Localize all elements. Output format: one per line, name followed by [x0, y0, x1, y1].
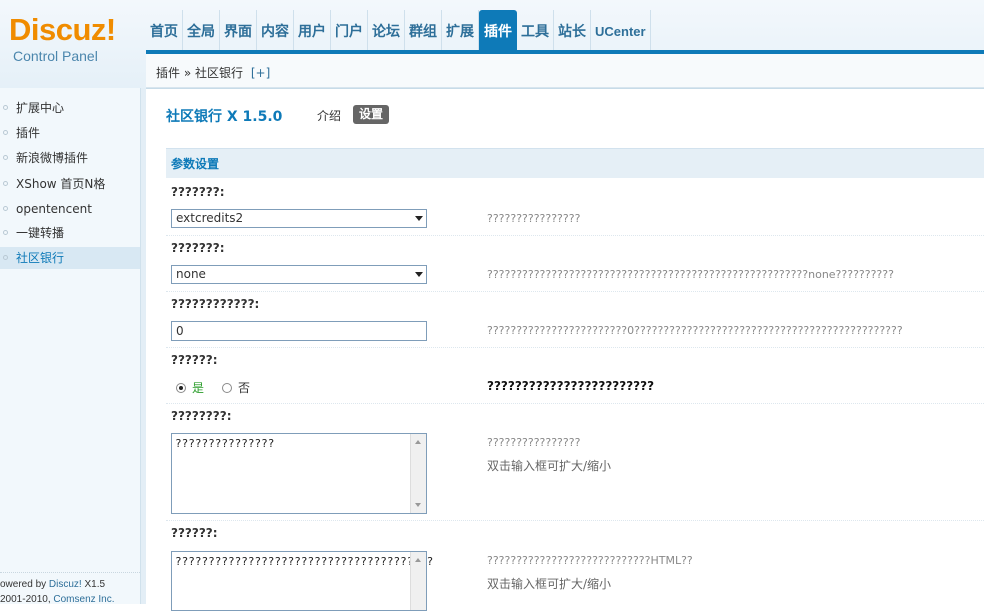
sidebar-item-community-bank[interactable]: 社区银行 [0, 247, 140, 269]
sidebar-item-xshow[interactable]: XShow 首页N格 [0, 173, 140, 195]
main-nav: 首页 全局 界面 内容 用户 门户 论坛 群组 扩展 插件 工具 站长 UCen… [146, 10, 651, 50]
tab-intro[interactable]: 介绍 [317, 107, 341, 124]
sidebar-item-one-click-relay[interactable]: 一键转播 [0, 222, 140, 244]
nav-ucenter[interactable]: UCenter [591, 10, 651, 50]
nav-interface[interactable]: 界面 [220, 10, 257, 50]
row-divider [166, 291, 984, 292]
textarea-resize-hint: 双击输入框可扩大/缩小 [487, 459, 612, 473]
bullet-icon [3, 105, 8, 110]
radio-label-no: 否 [238, 381, 251, 395]
footer-powered-by: owered by [0, 579, 49, 590]
select-value: extcredits2 [176, 211, 244, 225]
footer-brand-link[interactable]: Discuz! [49, 579, 82, 590]
yes-no-radio-group: 是 否 [176, 379, 376, 395]
radio-button[interactable] [176, 383, 186, 393]
footer-company-link[interactable]: Comsenz Inc. [53, 594, 114, 605]
textarea-value: ??????????????????????????????????????? [175, 555, 434, 568]
sidebar: 扩展中心 插件 新浪微博插件 XShow 首页N格 opentencent 一键… [0, 88, 141, 604]
nav-users[interactable]: 用户 [294, 10, 331, 50]
nav-plugins[interactable]: 插件 [479, 10, 517, 50]
nav-extend[interactable]: 扩展 [442, 10, 479, 50]
html-textarea[interactable]: ??????????????????????????????????????? [171, 551, 433, 611]
sidebar-item-label: opentencent [16, 202, 92, 216]
sidebar-item-ext-center[interactable]: 扩展中心 [0, 97, 140, 119]
scroll-up-icon[interactable] [415, 440, 421, 444]
textarea-value: ??????????????? [175, 437, 275, 450]
nav-portal[interactable]: 门户 [331, 10, 368, 50]
credit-type-select[interactable]: extcredits2 [171, 209, 427, 228]
discuz-logo[interactable]: Discuz! Control Panel [0, 0, 140, 82]
sidebar-item-label: XShow 首页N格 [16, 177, 106, 191]
setting-label: ????????????: [171, 297, 260, 311]
footer-years: 2001-2010, [0, 594, 54, 605]
nav-home[interactable]: 首页 [146, 10, 183, 50]
textarea-scrollbar[interactable] [410, 434, 426, 513]
main-content: 社区银行 X 1.5.0 介绍 设置 参数设置 ???????: extcred… [146, 88, 984, 611]
setting-label: ??????: [171, 353, 218, 367]
setting-label: ???????: [171, 241, 225, 255]
logo-subtitle: Control Panel [13, 48, 98, 64]
select-value: none [176, 267, 206, 281]
add-to-menu-link[interactable]: [+] [251, 66, 270, 80]
sidebar-item-label: 一键转播 [16, 226, 65, 240]
number-input[interactable]: 0 [171, 321, 427, 341]
bullet-icon [3, 206, 8, 211]
radio-label-yes: 是 [192, 381, 205, 395]
nav-tools[interactable]: 工具 [517, 10, 554, 50]
radio-yes[interactable]: 是 [176, 379, 204, 396]
setting-comment: ????????????????????????????????????????… [487, 268, 894, 281]
row-divider [166, 403, 984, 404]
bullet-icon [3, 181, 8, 186]
dropdown-arrow-icon [415, 216, 423, 221]
radio-no[interactable]: 否 [222, 379, 250, 396]
top-header: Discuz! Control Panel 首页 全局 界面 内容 用户 门户 … [0, 0, 984, 89]
nav-content[interactable]: 内容 [257, 10, 294, 50]
nav-groups[interactable]: 群组 [405, 10, 442, 50]
message-textarea[interactable]: ??????????????? [171, 433, 427, 514]
tab-settings[interactable]: 设置 [353, 105, 390, 124]
sidebar-item-opentencent[interactable]: opentencent [0, 198, 140, 220]
sidebar-item-label: 插件 [16, 126, 41, 140]
breadcrumb: 插件 » 社区银行 [+] [146, 54, 984, 88]
nav-webmaster[interactable]: 站长 [554, 10, 591, 50]
textarea-scrollbar[interactable] [410, 552, 426, 610]
setting-comment: ????????????????????????0???????????????… [487, 324, 903, 337]
section-title: 参数设置 [166, 148, 984, 178]
copyright-footer: owered by Discuz! X1.5 2001-2010, Comsen… [0, 572, 140, 607]
setting-comment: ???????????????????????? [487, 379, 655, 393]
scroll-up-icon[interactable] [415, 558, 421, 562]
row-divider [166, 347, 984, 348]
radio-button[interactable] [222, 383, 232, 393]
row-divider [166, 520, 984, 521]
sidebar-item-label: 社区银行 [16, 251, 65, 265]
bullet-icon [3, 255, 8, 260]
breadcrumb-root[interactable]: 插件 [156, 66, 180, 80]
sidebar-item-plugins[interactable]: 插件 [0, 122, 140, 144]
row-divider [166, 235, 984, 236]
bullet-icon [3, 130, 8, 135]
footer-version: X1.5 [81, 579, 106, 590]
setting-label: ????????: [171, 409, 232, 423]
nav-global[interactable]: 全局 [183, 10, 220, 50]
bullet-icon [3, 230, 8, 235]
setting-comment: ????????????????????????????HTML?? [487, 554, 693, 567]
page-title: 社区银行 X 1.5.0 [166, 109, 283, 125]
sidebar-item-label: 扩展中心 [16, 101, 65, 115]
sidebar-item-sina-weibo[interactable]: 新浪微博插件 [0, 147, 140, 169]
nav-forum[interactable]: 论坛 [368, 10, 405, 50]
breadcrumb-current: 社区银行 [195, 66, 244, 80]
setting-comment: ???????????????? [487, 436, 581, 449]
textarea-resize-hint: 双击输入框可扩大/缩小 [487, 577, 612, 591]
setting-comment: ???????????????? [487, 212, 581, 225]
dropdown-arrow-icon [415, 272, 423, 277]
secondary-credit-select[interactable]: none [171, 265, 427, 284]
scroll-down-icon[interactable] [415, 503, 421, 507]
sidebar-item-label: 新浪微博插件 [16, 151, 89, 165]
setting-label: ??????: [171, 526, 218, 540]
bullet-icon [3, 155, 8, 160]
breadcrumb-separator: » [183, 66, 192, 80]
logo-word: Discuz! [9, 12, 116, 47]
setting-label: ???????: [171, 185, 225, 199]
